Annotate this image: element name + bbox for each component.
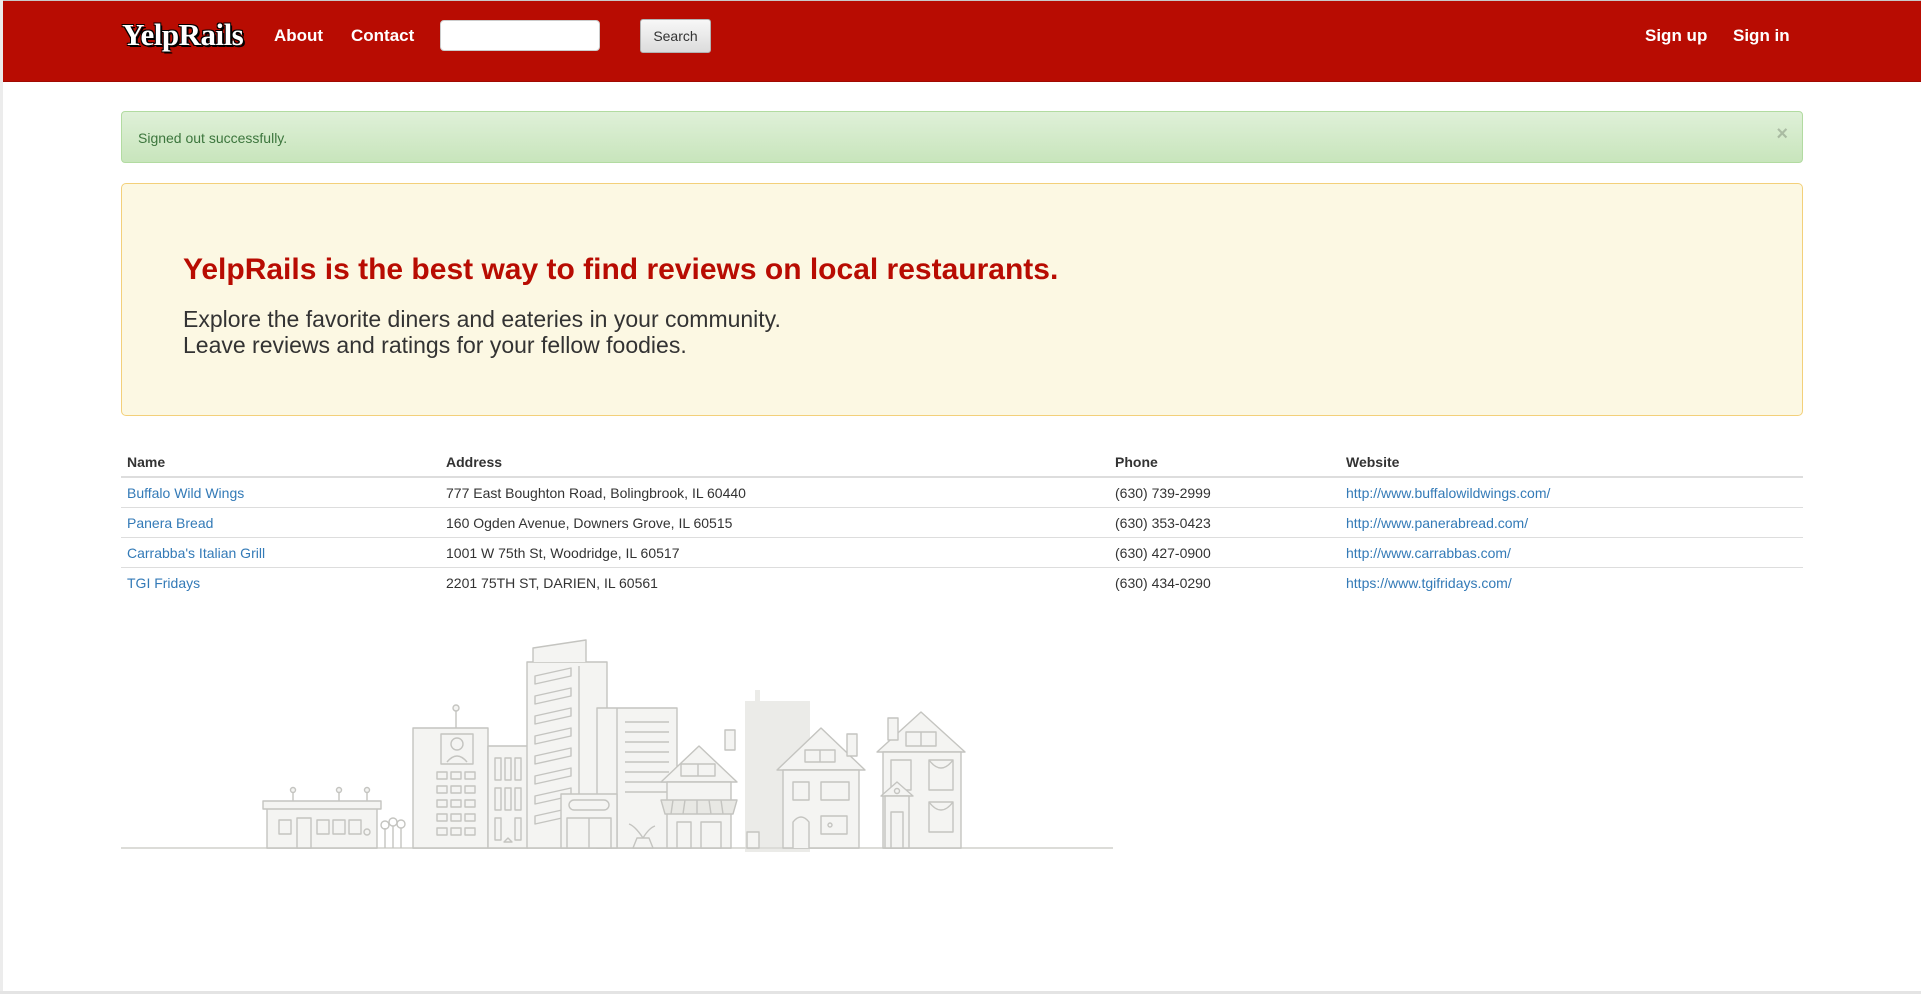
restaurant-phone-cell: (630) 739-2999 <box>1109 477 1340 508</box>
narrow-building <box>487 745 529 849</box>
restaurant-website-link[interactable]: https://www.tgifridays.com/ <box>1346 575 1512 591</box>
close-icon[interactable]: × <box>1776 124 1788 144</box>
restaurant-address-cell: 1001 W 75th St, Woodridge, IL 60517 <box>440 537 1109 568</box>
restaurant-website-cell: http://www.carrabbas.com/ <box>1340 537 1803 568</box>
column-header-phone: Phone <box>1109 446 1340 478</box>
table-row: Panera Bread 160 Ogden Avenue, Downers G… <box>121 507 1803 538</box>
flash-alert-success: Signed out successfully. × <box>121 111 1803 163</box>
restaurant-phone-cell: (630) 434-0290 <box>1115 575 1211 591</box>
restaurant-address-cell: 777 East Boughton Road, Bolingbrook, IL … <box>440 477 1109 508</box>
restaurant-name-cell: TGI Fridays <box>121 568 440 598</box>
restaurant-name-link[interactable]: TGI Fridays <box>127 575 200 591</box>
apartment-building <box>412 704 489 849</box>
nav-link-contact[interactable]: Contact <box>351 25 414 47</box>
table-row: Carrabba's Italian Grill 1001 W 75th St,… <box>121 537 1803 568</box>
restaurant-address-cell: 160 Ogden Avenue, Downers Grove, IL 6051… <box>440 507 1109 538</box>
restaurant-website-link[interactable]: http://www.panerabread.com/ <box>1346 515 1528 531</box>
navbar: YelpRails About Contact Search Sign up S… <box>3 1 1921 82</box>
table-row: Buffalo Wild Wings 777 East Boughton Roa… <box>121 477 1803 508</box>
hero-tagline-explore: Explore the favorite diners and eateries… <box>183 306 781 332</box>
window-left-edge <box>0 0 3 994</box>
nav-link-about[interactable]: About <box>274 25 323 47</box>
hero-tagline-reviews: Leave reviews and ratings for your fello… <box>183 332 687 358</box>
restaurant-website-cell: http://www.buffalowildwings.com/ <box>1340 477 1803 508</box>
sign-in-link[interactable]: Sign in <box>1733 25 1790 47</box>
sign-up-link[interactable]: Sign up <box>1645 25 1707 47</box>
city-skyline-illustration <box>121 639 1113 852</box>
restaurant-address-cell: 2201 75TH ST, DARIEN, IL 60561 <box>446 575 658 591</box>
hero-jumbotron: YelpRails is the best way to find review… <box>121 183 1803 416</box>
restaurant-name-cell: Carrabba's Italian Grill <box>121 537 440 568</box>
column-header-address: Address <box>440 446 1109 478</box>
restaurant-phone-cell: (630) 353-0423 <box>1109 507 1340 538</box>
search-button[interactable]: Search <box>640 19 711 53</box>
restaurant-website-cell: http://www.panerabread.com/ <box>1340 507 1803 538</box>
restaurant-phone-cell: (630) 427-0900 <box>1109 537 1340 568</box>
restaurant-website-cell: https://www.tgifridays.com/ <box>1340 568 1803 598</box>
search-input[interactable] <box>440 20 600 51</box>
flash-message: Signed out successfully. <box>138 130 288 146</box>
restaurant-name-cell: Buffalo Wild Wings <box>121 477 440 508</box>
table-row: TGI Fridays 2201 75TH ST, DARIEN, IL 605… <box>121 568 1803 598</box>
column-header-website: Website <box>1340 446 1803 478</box>
restaurant-name-link[interactable]: Buffalo Wild Wings <box>127 485 244 501</box>
restaurant-name-cell: Panera Bread <box>121 507 440 538</box>
restaurant-website-link[interactable]: http://www.buffalowildwings.com/ <box>1346 485 1550 501</box>
diner-building <box>262 786 382 849</box>
restaurants-table: Name Address Phone Website Buffalo Wild … <box>121 446 1803 597</box>
restaurant-name-link[interactable]: Carrabba's Italian Grill <box>127 545 265 561</box>
restaurant-name-link[interactable]: Panera Bread <box>127 515 213 531</box>
brand-logo[interactable]: YelpRails <box>122 16 244 54</box>
table-header-row: Name Address Phone Website <box>121 446 1803 478</box>
restaurant-website-link[interactable]: http://www.carrabbas.com/ <box>1346 545 1511 561</box>
column-header-name: Name <box>121 446 440 478</box>
hero-title: YelpRails is the best way to find review… <box>183 253 1059 286</box>
house-right <box>876 711 966 849</box>
storefront <box>560 793 618 849</box>
